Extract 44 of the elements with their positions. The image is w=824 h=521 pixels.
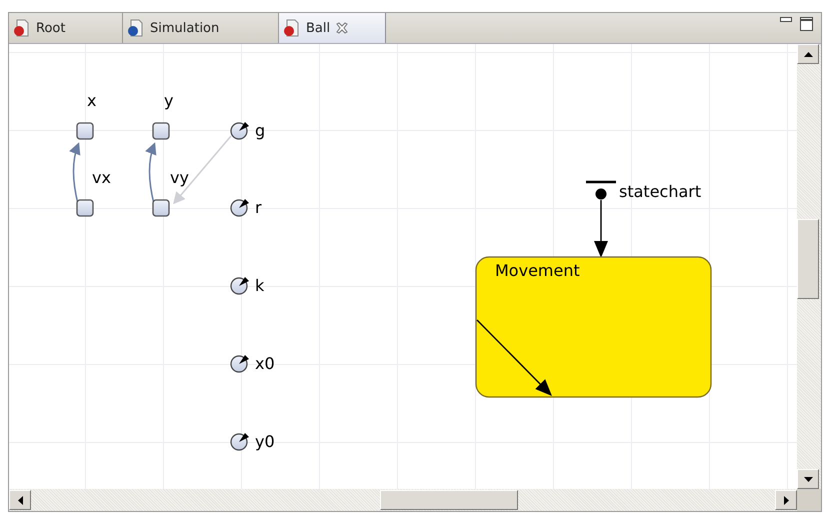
document-icon	[283, 19, 300, 37]
parameter-label: r	[255, 198, 262, 217]
parameter-icon[interactable]	[230, 122, 249, 140]
parameter-label: y0	[255, 432, 275, 451]
up-arrow-icon	[804, 52, 812, 56]
parameter-icon[interactable]	[230, 199, 249, 217]
scrollbar-thumb[interactable]	[797, 219, 819, 299]
scrollbar-thumb[interactable]	[380, 490, 518, 510]
flow-arrow	[145, 142, 157, 204]
parameter-label: x0	[255, 354, 275, 373]
scroll-down-button[interactable]	[797, 469, 819, 489]
stock-label: y	[164, 91, 174, 110]
close-icon[interactable]	[336, 22, 348, 34]
parameter-icon[interactable]	[230, 277, 249, 295]
parameter-icon[interactable]	[230, 355, 249, 373]
document-icon	[13, 19, 30, 37]
down-arrow-icon	[804, 476, 812, 482]
statechart-entry-icon[interactable]	[586, 180, 616, 200]
scroll-left-button[interactable]	[9, 490, 31, 510]
editor-tab[interactable]: Root	[9, 13, 123, 43]
flow-arrow	[69, 142, 81, 204]
parameter-icon[interactable]	[230, 433, 249, 451]
stock-node[interactable]	[76, 122, 94, 140]
statechart-label: statechart	[619, 182, 702, 201]
scrollbar-corner	[797, 489, 821, 511]
document-icon	[127, 19, 144, 37]
right-arrow-icon	[784, 496, 788, 504]
stock-node[interactable]	[152, 122, 170, 140]
maximize-icon[interactable]	[800, 17, 813, 31]
scroll-right-button[interactable]	[775, 490, 797, 510]
state-node[interactable]	[475, 256, 712, 398]
editor-tab[interactable]: Ball	[279, 13, 386, 43]
stock-node[interactable]	[152, 199, 170, 217]
scroll-up-button[interactable]	[797, 44, 819, 64]
stock-node[interactable]	[76, 199, 94, 217]
parameter-label: g	[255, 121, 266, 140]
minimize-icon[interactable]	[780, 17, 792, 23]
stock-label: vx	[92, 168, 111, 187]
stock-label: x	[87, 91, 96, 110]
parameter-label: k	[255, 276, 264, 295]
left-arrow-icon	[18, 496, 22, 504]
transition-arrow	[594, 200, 608, 258]
state-label: Movement	[495, 261, 580, 280]
stock-label: vy	[170, 168, 189, 187]
